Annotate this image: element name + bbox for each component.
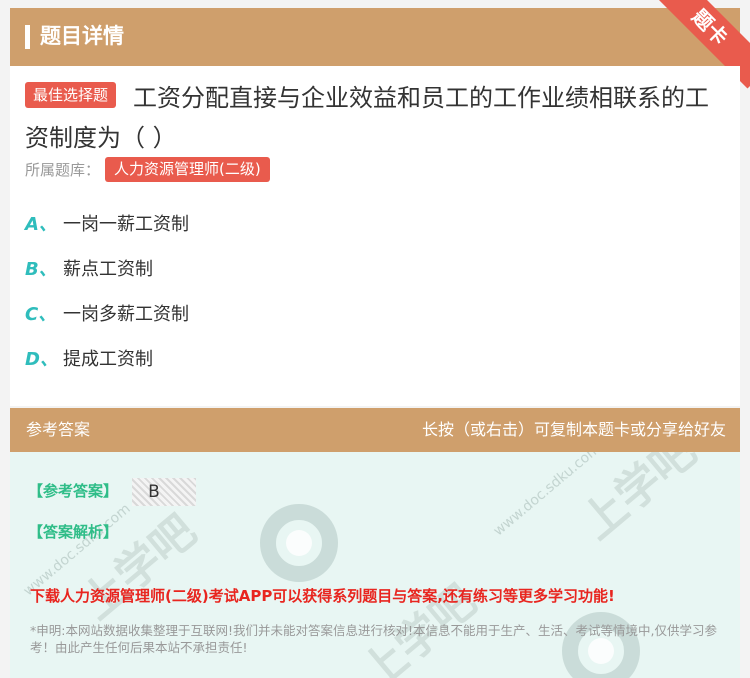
option-b[interactable]: B、 薪点工资制 [25,255,153,285]
header-bar: 题目详情 [10,8,740,66]
option-letter: A、 [25,214,57,235]
answer-section-header: 参考答案 长按（或右击）可复制本题卡或分享给好友 [10,408,740,452]
analysis-label: 【答案解析】 [28,523,119,541]
answer-section-title: 参考答案 [26,420,91,439]
option-text: 薪点工资制 [63,259,153,280]
option-a[interactable]: A、 一岗一薪工资制 [25,210,189,240]
answer-section-body: 上学吧 上学吧 上学吧 www.doc.sdku.com www.doc.sdk… [10,452,740,678]
answer-label: 【参考答案】 [28,482,119,500]
answer-value: B [132,478,196,506]
page-title: 题目详情 [40,24,124,48]
library-tag[interactable]: 人力资源管理师(二级) [105,157,270,182]
header-accent-bar [25,25,30,49]
watermark-text: 上学吧 [71,505,206,630]
option-text: 一岗多薪工资制 [63,304,189,325]
question-text: 工资分配直接与企业效益和员工的工作业绩相联系的工资制度为（ ） [25,84,709,152]
question-type-badge: 最佳选择题 [25,82,117,108]
library-label: 所属题库： [25,161,101,179]
disclaimer-text: *申明:本网站数据收集整理于互联网!我们并未能对答案信息进行核对!本信息不能用于… [30,623,717,655]
option-d[interactable]: D、 提成工资制 [25,345,153,375]
option-letter: C、 [25,304,57,325]
option-text: 提成工资制 [63,349,153,370]
app-promo-link[interactable]: 下载人力资源管理师(二级)考试APP可以获得系列题目与答案,还有练习等更多学习功… [30,585,615,607]
share-hint: 长按（或右击）可复制本题卡或分享给好友 [421,420,726,439]
option-text: 一岗一薪工资制 [63,214,189,235]
option-letter: B、 [25,259,57,280]
option-c[interactable]: C、 一岗多薪工资制 [25,300,189,330]
option-letter: D、 [25,349,58,370]
watermark-logo-icon [260,504,338,582]
question-card: 工资分配直接与企业效益和员工的工作业绩相联系的工资制度为（ ） 最佳选择题 所属… [10,66,740,406]
